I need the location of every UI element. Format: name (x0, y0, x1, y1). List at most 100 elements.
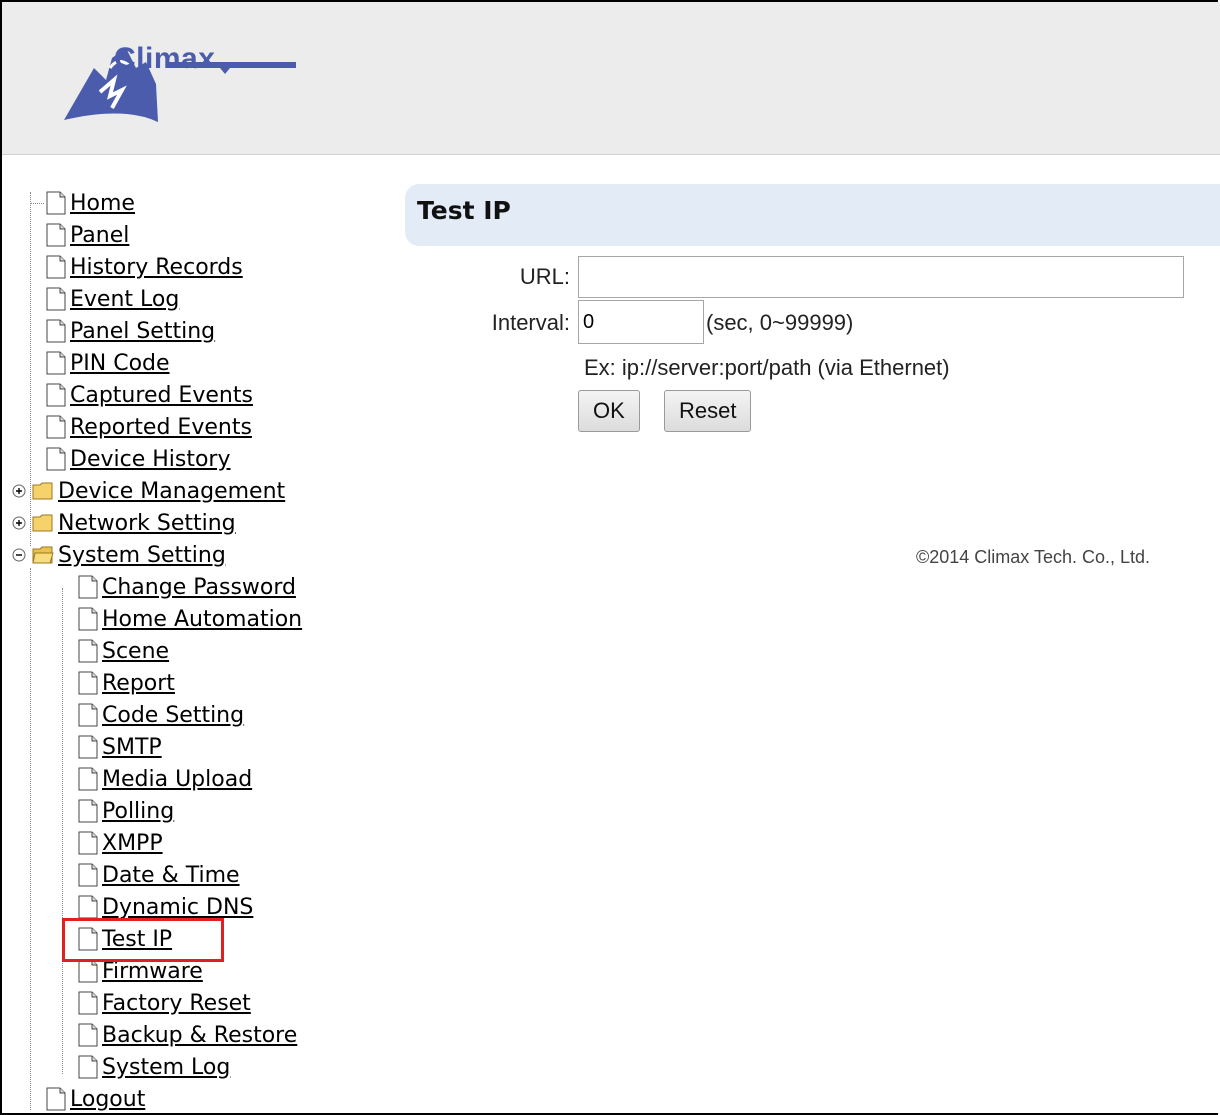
url-label: URL: (519, 264, 570, 289)
sidebar-tree: Home Panel History Records Event Log Pan… (10, 188, 390, 1113)
sidebar-item-panel-setting[interactable]: Panel Setting (30, 316, 215, 346)
document-icon (78, 991, 98, 1015)
sidebar-item-home-automation[interactable]: Home Automation (62, 604, 302, 634)
sidebar-item-reported-events[interactable]: Reported Events (30, 412, 252, 442)
document-icon (78, 575, 98, 599)
sidebar-item-factory-reset[interactable]: Factory Reset (62, 988, 251, 1018)
sidebar-item-captured-events[interactable]: Captured Events (30, 380, 253, 410)
sidebar-item-change-password[interactable]: Change Password (62, 572, 296, 602)
document-icon (78, 895, 98, 919)
nav-link[interactable]: Panel (70, 223, 129, 248)
sidebar-item-logout[interactable]: Logout (30, 1084, 145, 1114)
sidebar-item-device-history[interactable]: Device History (30, 444, 231, 474)
nav-link[interactable]: Device History (70, 447, 231, 472)
document-icon (78, 1055, 98, 1079)
sidebar-item-polling[interactable]: Polling (62, 796, 174, 826)
reset-button[interactable]: Reset (664, 390, 752, 432)
document-icon (78, 703, 98, 727)
collapse-minus-icon[interactable] (12, 548, 26, 562)
folder-icon (32, 514, 53, 532)
nav-link[interactable]: Dynamic DNS (102, 895, 253, 920)
nav-link[interactable]: Change Password (102, 575, 296, 600)
nav-link[interactable]: Firmware (102, 959, 203, 984)
nav-link[interactable]: Polling (102, 799, 174, 824)
document-icon (78, 607, 98, 631)
copyright: ©2014 Climax Tech. Co., Ltd. (916, 547, 1151, 567)
document-icon (78, 799, 98, 823)
document-icon (78, 767, 98, 791)
sidebar-folder-network-setting[interactable]: Network Setting (12, 508, 236, 538)
nav-link[interactable]: SMTP (102, 735, 162, 760)
document-icon (46, 287, 66, 311)
page-title: Test IP (417, 196, 511, 225)
document-icon (46, 223, 66, 247)
document-icon (78, 1023, 98, 1047)
sidebar-item-pin-code[interactable]: PIN Code (30, 348, 170, 378)
selection-highlight (62, 918, 224, 962)
document-icon (46, 319, 66, 343)
nav-link[interactable]: Captured Events (70, 383, 253, 408)
sidebar-item-backup-restore[interactable]: Backup & Restore (62, 1020, 297, 1050)
sidebar-item-date-time[interactable]: Date & Time (62, 860, 240, 890)
nav-link[interactable]: Backup & Restore (102, 1023, 297, 1048)
ok-button[interactable]: OK (578, 390, 640, 432)
nav-link[interactable]: Media Upload (102, 767, 252, 792)
nav-link[interactable]: Date & Time (102, 863, 240, 888)
nav-link[interactable]: Scene (102, 639, 169, 664)
nav-link[interactable]: Reported Events (70, 415, 252, 440)
document-icon (46, 255, 66, 279)
sidebar-item-panel[interactable]: Panel (30, 220, 129, 250)
tree-line (30, 568, 31, 1110)
document-icon (78, 959, 98, 983)
nav-link[interactable]: XMPP (102, 831, 163, 856)
nav-link[interactable]: Device Management (58, 479, 285, 504)
nav-link[interactable]: System Setting (58, 543, 226, 568)
nav-link[interactable]: Logout (70, 1087, 145, 1112)
nav-link[interactable]: Factory Reset (102, 991, 251, 1016)
nav-link[interactable]: Report (102, 671, 175, 696)
document-icon (78, 671, 98, 695)
interval-hint: (sec, 0~99999) (706, 310, 854, 335)
sidebar-item-report[interactable]: Report (62, 668, 175, 698)
header: Climax (2, 2, 1220, 155)
sidebar-item-home[interactable]: Home (30, 188, 135, 218)
expand-plus-icon[interactable] (12, 484, 26, 498)
sidebar-item-system-log[interactable]: System Log (62, 1052, 230, 1082)
interval-input[interactable] (578, 300, 704, 344)
nav-link[interactable]: System Log (102, 1055, 230, 1080)
document-icon (78, 863, 98, 887)
url-input[interactable] (578, 256, 1184, 298)
nav-link[interactable]: Panel Setting (70, 319, 215, 344)
example-text: Ex: ip://server:port/path (via Ethernet) (584, 355, 950, 380)
nav-link[interactable]: Event Log (70, 287, 179, 312)
folder-icon (32, 482, 53, 500)
sidebar-item-event-log[interactable]: Event Log (30, 284, 179, 314)
document-icon (46, 383, 66, 407)
sidebar-item-scene[interactable]: Scene (62, 636, 169, 666)
sidebar-folder-device-management[interactable]: Device Management (12, 476, 285, 506)
nav-link[interactable]: Network Setting (58, 511, 236, 536)
brand-name: Climax (114, 42, 216, 75)
nav-link[interactable]: Home (70, 191, 135, 216)
sidebar-folder-system-setting[interactable]: System Setting (12, 540, 226, 570)
nav-link[interactable]: Home Automation (102, 607, 302, 632)
document-icon (46, 1087, 66, 1111)
document-icon (78, 831, 98, 855)
document-icon (46, 351, 66, 375)
document-icon (78, 639, 98, 663)
sidebar-item-smtp[interactable]: SMTP (62, 732, 162, 762)
sidebar-item-history-records[interactable]: History Records (30, 252, 243, 282)
document-icon (46, 191, 66, 215)
nav-link[interactable]: Code Setting (102, 703, 244, 728)
sidebar-item-xmpp[interactable]: XMPP (62, 828, 163, 858)
sidebar-item-code-setting[interactable]: Code Setting (62, 700, 244, 730)
expand-plus-icon[interactable] (12, 516, 26, 530)
open-folder-icon (32, 546, 54, 564)
nav-link[interactable]: PIN Code (70, 351, 170, 376)
nav-link[interactable]: History Records (70, 255, 243, 280)
interval-label: Interval: (491, 310, 570, 335)
sidebar-item-media-upload[interactable]: Media Upload (62, 764, 252, 794)
document-icon (78, 735, 98, 759)
title-bar: Test IP (405, 184, 1220, 246)
document-icon (46, 415, 66, 439)
